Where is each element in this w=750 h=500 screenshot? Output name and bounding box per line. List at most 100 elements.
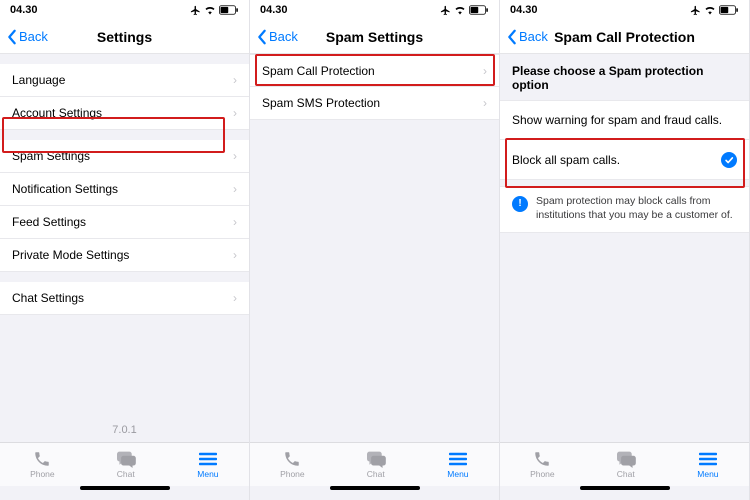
tab-label: Phone [280, 469, 305, 479]
row-language[interactable]: Language › [0, 64, 249, 97]
battery-icon [469, 5, 489, 15]
status-icons [690, 5, 739, 16]
tab-phone[interactable]: Phone [30, 450, 55, 479]
row-spam-settings[interactable]: Spam Settings › [0, 140, 249, 173]
tab-label: Phone [530, 469, 555, 479]
tab-menu[interactable]: Menu [447, 450, 469, 479]
row-label: Spam Call Protection [262, 64, 375, 78]
tab-phone[interactable]: Phone [280, 450, 305, 479]
screen-settings: 04.30 Back Settings Language › Account S… [0, 0, 250, 500]
row-label: Spam SMS Protection [262, 96, 380, 110]
airplane-icon [690, 5, 701, 16]
tab-bar: Phone Chat Menu [0, 442, 249, 486]
row-label: Chat Settings [12, 291, 84, 305]
row-spam-sms-protection[interactable]: Spam SMS Protection › [250, 87, 499, 120]
chevron-right-icon: › [483, 96, 487, 110]
screen-spam-settings: 04.30 Back Spam Settings Spam Call Prote… [250, 0, 500, 500]
back-button[interactable]: Back [506, 28, 548, 45]
menu-icon [197, 450, 219, 468]
back-label: Back [519, 29, 548, 44]
tab-label: Menu [447, 469, 468, 479]
tab-chat[interactable]: Chat [615, 450, 637, 479]
row-feed-settings[interactable]: Feed Settings › [0, 206, 249, 239]
nav-header: Back Spam Settings [250, 20, 499, 54]
tab-bar: Phone Chat Menu [500, 442, 749, 486]
chat-icon [365, 450, 387, 468]
tab-chat[interactable]: Chat [365, 450, 387, 479]
back-label: Back [19, 29, 48, 44]
row-spam-call-protection[interactable]: Spam Call Protection › [250, 54, 499, 87]
section-heading: Please choose a Spam protection option [500, 54, 749, 100]
info-text: Spam protection may block calls from ins… [536, 195, 737, 222]
page-title: Spam Settings [326, 29, 423, 45]
tab-menu[interactable]: Menu [697, 450, 719, 479]
info-icon: ! [512, 196, 528, 212]
row-label: Language [12, 73, 65, 87]
page-title: Spam Call Protection [554, 29, 695, 45]
row-label: Account Settings [12, 106, 102, 120]
tab-label: Chat [117, 469, 135, 479]
row-private-mode-settings[interactable]: Private Mode Settings › [0, 239, 249, 272]
menu-icon [447, 450, 469, 468]
option-show-warning[interactable]: Show warning for spam and fraud calls. [500, 100, 749, 140]
settings-list: Language › Account Settings › Spam Setti… [0, 54, 249, 315]
screen-spam-call-protection: 04.30 Back Spam Call Protection Please c… [500, 0, 750, 500]
option-block-all[interactable]: Block all spam calls. [500, 140, 749, 180]
row-label: Show warning for spam and fraud calls. [512, 113, 722, 127]
nav-header: Back Spam Call Protection [500, 20, 749, 54]
chat-icon [115, 450, 137, 468]
phone-icon [281, 450, 303, 468]
nav-header: Back Settings [0, 20, 249, 54]
back-button[interactable]: Back [256, 28, 298, 45]
airplane-icon [440, 5, 451, 16]
info-box: ! Spam protection may block calls from i… [500, 186, 749, 233]
tab-label: Chat [367, 469, 385, 479]
status-bar: 04.30 [0, 0, 249, 20]
row-label: Block all spam calls. [512, 153, 620, 167]
chevron-left-icon [6, 29, 18, 45]
checkmark-icon [721, 152, 737, 168]
row-label: Feed Settings [12, 215, 86, 229]
battery-icon [719, 5, 739, 15]
home-indicator [250, 486, 499, 500]
row-notification-settings[interactable]: Notification Settings › [0, 173, 249, 206]
row-account-settings[interactable]: Account Settings › [0, 97, 249, 130]
home-indicator [0, 486, 249, 500]
chevron-right-icon: › [233, 291, 237, 305]
status-bar: 04.30 [500, 0, 749, 20]
status-time: 04.30 [260, 4, 288, 16]
menu-icon [697, 450, 719, 468]
tab-label: Menu [697, 469, 718, 479]
tab-chat[interactable]: Chat [115, 450, 137, 479]
tab-label: Menu [197, 469, 218, 479]
status-icons [190, 5, 239, 16]
chevron-right-icon: › [233, 248, 237, 262]
wifi-icon [204, 5, 216, 15]
tab-phone[interactable]: Phone [530, 450, 555, 479]
tab-label: Chat [617, 469, 635, 479]
row-label: Notification Settings [12, 182, 118, 196]
wifi-icon [704, 5, 716, 15]
chevron-right-icon: › [233, 215, 237, 229]
spam-settings-list: Spam Call Protection › Spam SMS Protecti… [250, 54, 499, 120]
chevron-right-icon: › [233, 182, 237, 196]
tab-menu[interactable]: Menu [197, 450, 219, 479]
row-label: Spam Settings [12, 149, 90, 163]
version-label: 7.0.1 [0, 418, 249, 442]
back-button[interactable]: Back [6, 28, 48, 45]
row-chat-settings[interactable]: Chat Settings › [0, 282, 249, 315]
status-time: 04.30 [10, 4, 38, 16]
phone-icon [31, 450, 53, 468]
chevron-left-icon [256, 29, 268, 45]
status-time: 04.30 [510, 4, 538, 16]
chevron-right-icon: › [233, 149, 237, 163]
status-bar: 04.30 [250, 0, 499, 20]
tab-bar: Phone Chat Menu [250, 442, 499, 486]
row-label: Private Mode Settings [12, 248, 129, 262]
wifi-icon [454, 5, 466, 15]
chevron-right-icon: › [233, 73, 237, 87]
chat-icon [615, 450, 637, 468]
phone-icon [531, 450, 553, 468]
back-label: Back [269, 29, 298, 44]
chevron-left-icon [506, 29, 518, 45]
